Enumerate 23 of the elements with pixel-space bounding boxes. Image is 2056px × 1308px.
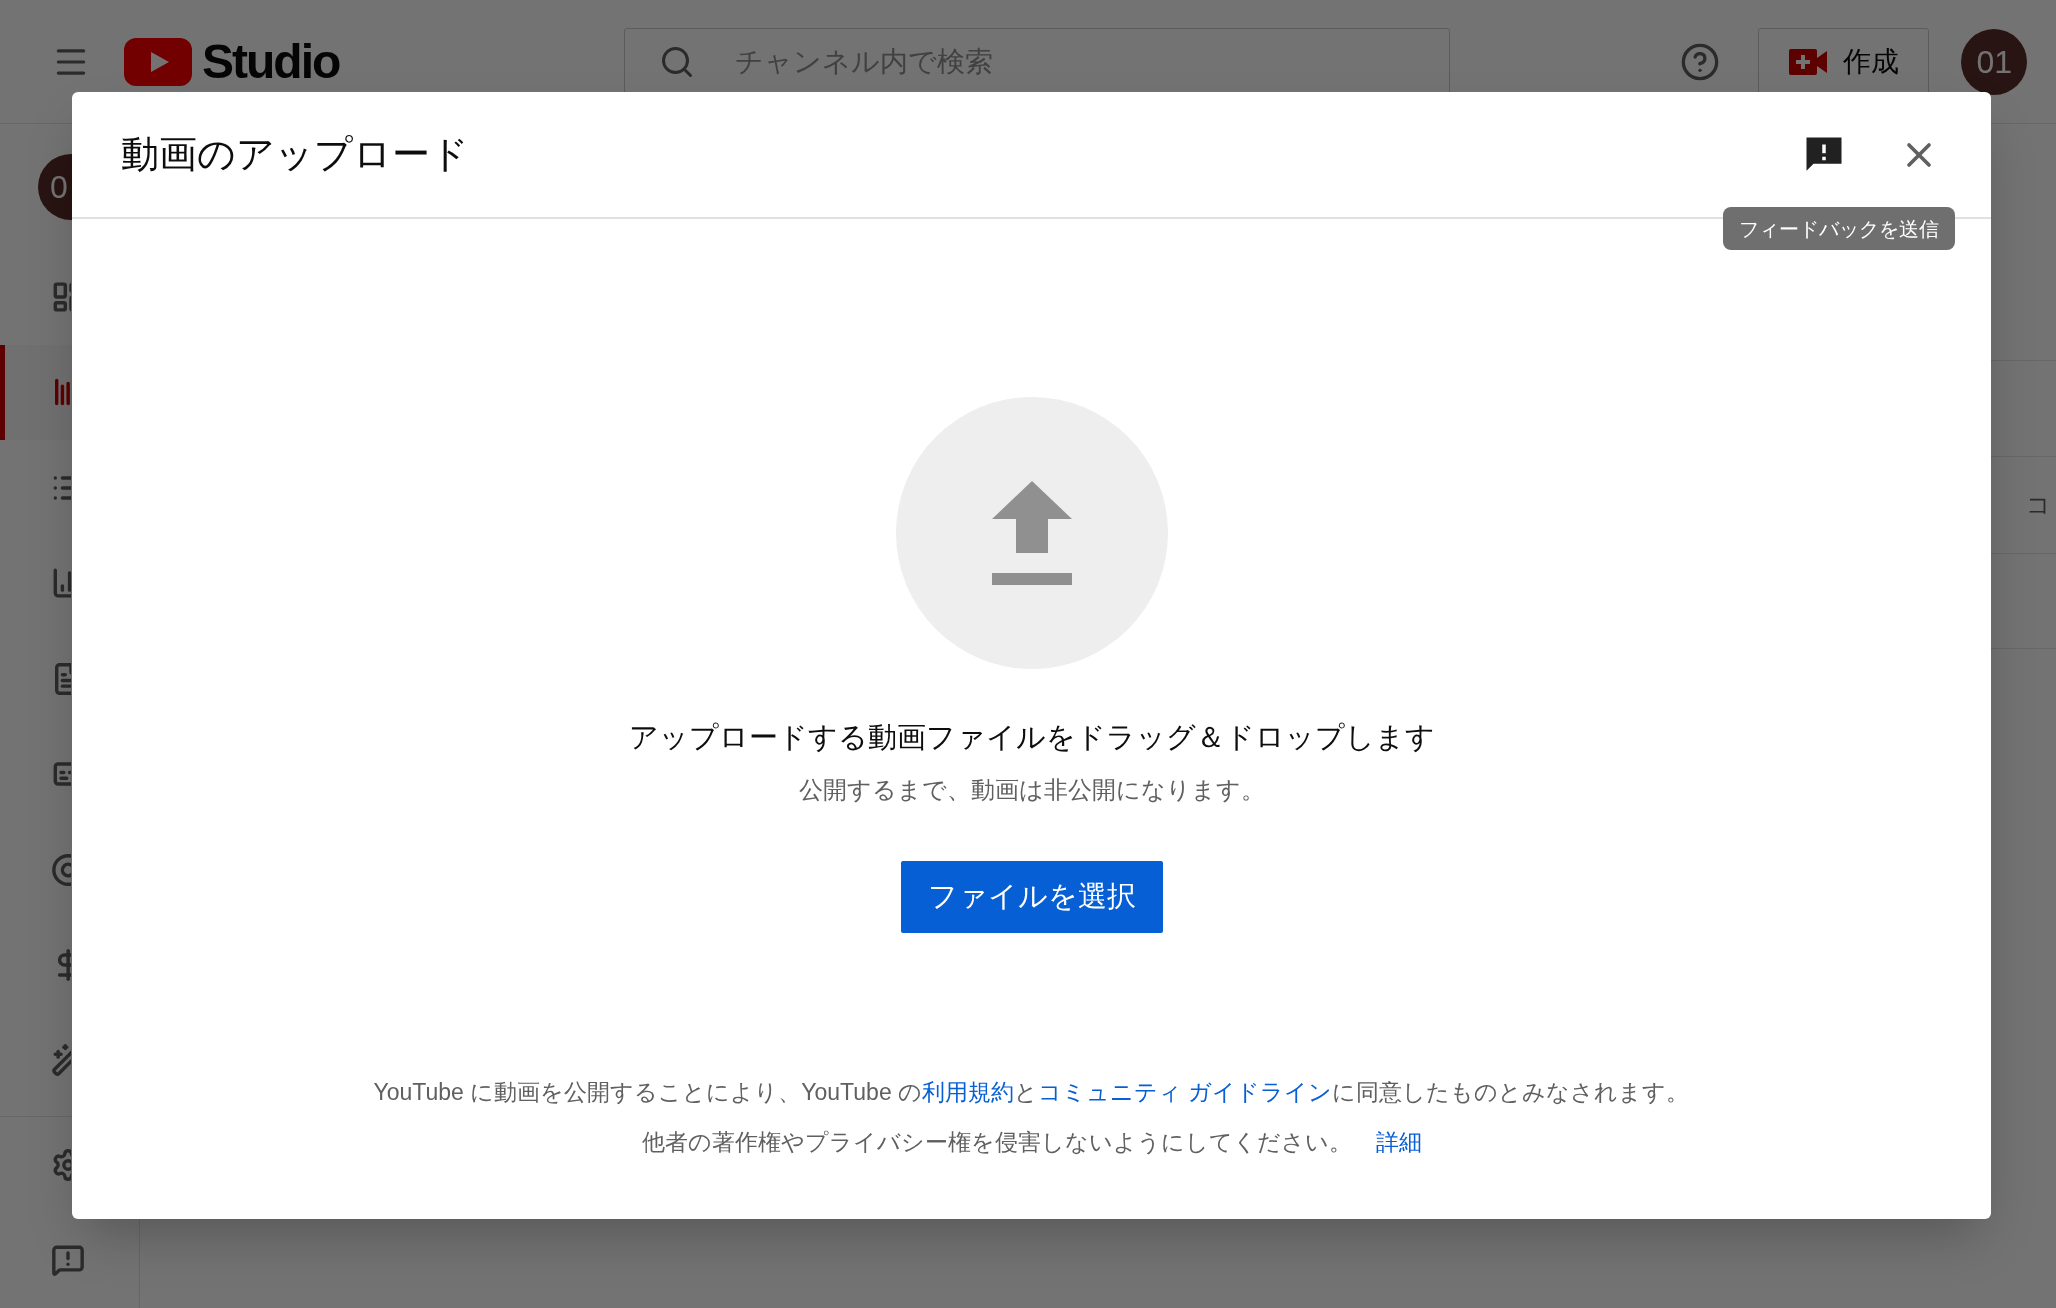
dialog-title: 動画のアップロード [121, 132, 470, 177]
help-icon[interactable] [1680, 41, 1721, 82]
terms-link[interactable]: コミュニティ ガイドライン [1038, 1078, 1333, 1105]
dashboard-icon [51, 279, 71, 314]
copyright-icon [51, 852, 71, 887]
settings-icon [51, 1147, 71, 1182]
play-logo-icon [124, 37, 192, 86]
drop-instructions: アップロードする動画ファイルをドラッグ＆ドロップします [628, 720, 1435, 755]
terms-link[interactable]: 利用規約 [922, 1078, 1015, 1105]
video-camera-icon [1788, 48, 1827, 75]
tooltip: フィードバックを送信 [1723, 207, 1955, 250]
bar-chart-icon [51, 566, 71, 601]
upload-icon [991, 481, 1072, 585]
privacy-note: 公開するまで、動画は非公開になります。 [798, 774, 1265, 805]
rights-text: 他者の著作権やプライバシー権を侵害しないようにしてください。 [641, 1128, 1352, 1157]
details-link[interactable]: 詳細 [1375, 1125, 1422, 1160]
table-cell-text: コ [2026, 490, 2051, 520]
feedback-icon [51, 1243, 85, 1278]
account-avatar[interactable]: 01 [1961, 28, 2028, 95]
magic-wand-icon [51, 1043, 71, 1078]
select-files-button[interactable]: ファイルを選択 [900, 860, 1163, 933]
terms-text: YouTube に動画を公開することにより、YouTube の利用規約 と コミュニティ ガイドライン に同意したものとみなされます。 [373, 1077, 1690, 1107]
logo-text: Studio [202, 37, 340, 86]
